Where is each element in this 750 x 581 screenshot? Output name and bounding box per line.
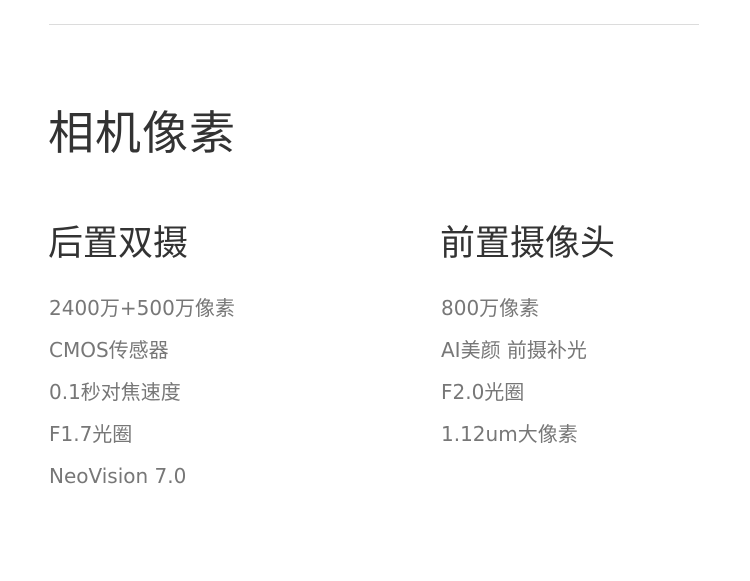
spec-item: F1.7光圈 bbox=[49, 422, 133, 446]
front-camera-title: 前置摄像头 bbox=[440, 224, 616, 264]
front-camera-column: 前置摄像头 800万像素 AI美颜 前摄补光 F2.0光圈 1.12um大像素 bbox=[440, 222, 615, 455]
spec-item: 800万像素 bbox=[441, 296, 540, 320]
rear-camera-column: 后置双摄 2400万+500万像素 CMOS传感器 0.1秒对焦速度 F1.7光… bbox=[48, 222, 235, 497]
front-camera-spec-list: 800万像素 AI美颜 前摄补光 F2.0光圈 1.12um大像素 bbox=[440, 287, 615, 455]
rear-camera-spec-list: 2400万+500万像素 CMOS传感器 0.1秒对焦速度 F1.7光圈 Neo… bbox=[48, 287, 235, 497]
spec-item: 0.1秒对焦速度 bbox=[49, 380, 181, 404]
spec-item: 2400万+500万像素 bbox=[49, 296, 235, 320]
top-divider bbox=[49, 24, 699, 25]
section-title: 相机像素 bbox=[48, 106, 236, 160]
rear-camera-title: 后置双摄 bbox=[48, 224, 189, 264]
spec-item: NeoVision 7.0 bbox=[49, 464, 187, 488]
spec-item: F2.0光圈 bbox=[441, 380, 525, 404]
spec-item: CMOS传感器 bbox=[49, 338, 169, 362]
spec-item: 1.12um大像素 bbox=[441, 422, 578, 446]
spec-item: AI美颜 前摄补光 bbox=[441, 338, 587, 362]
